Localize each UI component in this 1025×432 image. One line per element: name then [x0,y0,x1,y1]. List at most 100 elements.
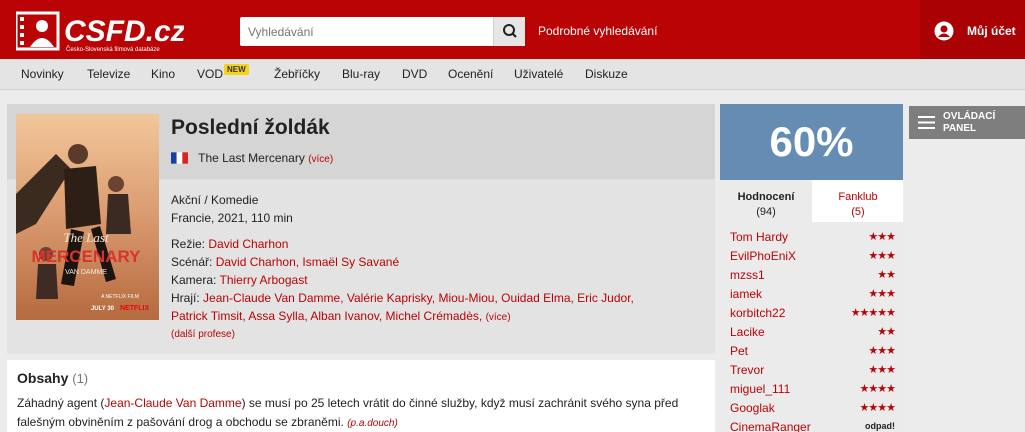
rating-user-link[interactable]: EvilPhoEniX [730,249,796,263]
more-cast-link[interactable]: (více) [486,312,511,323]
search-icon [503,24,517,38]
rating-user-link[interactable]: iamek [730,287,762,301]
film-box: The Last MERCENARY VAN DAMME A NETFLIX F… [7,104,715,354]
csfd-logo[interactable]: CSFD.cz Česko-Slovenská filmová databáze [16,11,184,53]
rating-user-link[interactable]: Trevor [730,363,764,377]
poster-date: JULY 30 [91,306,115,312]
rating-stars: ★★★★ [859,383,896,395]
nav-televize[interactable]: Televize [87,67,130,81]
tab-ratings-count: (94) [756,206,776,218]
camera-row: Kamera: Thierry Arbogast [171,271,706,289]
rating-row: iamek ★★★ [730,287,896,306]
advanced-search-link[interactable]: Podrobné vyhledávání [538,24,657,38]
rating-user-link[interactable]: Lacike [730,325,765,339]
tab-fanclub[interactable]: Fanklub (5) [812,180,904,222]
rating-row: Googlak ★★★★ [730,401,896,420]
more-titles-link[interactable]: (více) [308,154,333,165]
directors-label: Režie: [171,237,206,251]
poster-title-line2: MERCENARY [32,247,142,266]
tab-fanclub-label: Fanklub [838,191,878,203]
writers-links[interactable]: David Charhon, Ismaël Sy Savané [216,255,399,269]
tab-fanclub-count: (5) [851,206,865,218]
rating-row: Tom Hardy ★★★ [730,230,896,249]
search-button[interactable] [493,17,525,46]
rating-user-link[interactable]: Tom Hardy [730,230,788,244]
rating-stars: ★★★★ [859,402,896,414]
camera-label: Kamera: [171,273,217,287]
rating-user-link[interactable]: Pet [730,344,748,358]
cast-links-2[interactable]: Patrick Timsit, Assa Sylla, Alban Ivanov… [171,309,482,323]
control-panel-label-line2: PANEL [943,123,977,134]
nav-bluray[interactable]: Blu-ray [342,67,380,81]
nav-oceneni[interactable]: Ocenění [448,67,493,81]
plot-text-start: Záhadný agent ( [17,396,105,410]
cast-links[interactable]: Jean-Claude Van Damme, Valérie Kaprisky,… [203,291,634,305]
plot-author-link[interactable]: (p.a.douch) [347,418,398,429]
plots-count: (1) [72,371,89,386]
nav-uzivatele[interactable]: Uživatelé [514,67,563,81]
plots-title-text: Obsahy [17,370,69,386]
tab-ratings-label: Hodnocení [737,191,795,203]
rating-stars: ★★★★★ [850,307,896,319]
rating-percent: 60% [769,118,854,165]
poster-title-line1: The Last [63,230,109,245]
director-link[interactable]: David Charhon [208,237,288,251]
camera-link[interactable]: Thierry Arbogast [219,273,307,287]
main-nav: Novinky Televize Kino VOD NEW Žebříčky B… [0,59,1025,90]
search-box [240,17,525,46]
plot-actor-link[interactable]: Jean-Claude Van Damme [104,396,241,410]
original-title-row: The Last Mercenary (více) [171,151,333,165]
logo-text: CSFD.cz [64,15,184,48]
rating-user-link[interactable]: miguel_111 [730,382,790,396]
poster-top-text: A NETFLIX FILM [101,294,139,300]
film-poster[interactable]: The Last MERCENARY VAN DAMME A NETFLIX F… [16,114,159,320]
rating-row: EvilPhoEniX ★★★ [730,249,896,268]
film-genre: Akční / Komedie [171,193,259,207]
rating-user-link[interactable]: mzss1 [730,268,765,282]
rating-user-link[interactable]: korbitch22 [730,306,785,320]
cast-row: Hrají: Jean-Claude Van Damme, Valérie Ka… [171,289,706,307]
cast-row-2: Patrick Timsit, Assa Sylla, Alban Ivanov… [171,307,706,327]
rating-stars: ★★★ [868,250,896,262]
nav-zebricky[interactable]: Žebříčky [274,67,320,81]
rating-row: CinemaRanger odpad! [730,420,895,432]
user-ratings-list: Tom Hardy ★★★ EvilPhoEniX ★★★ mzss1 ★★ i… [720,222,903,432]
poster-network: NETFLIX [120,305,149,312]
my-account-label: Můj účet [967,24,1016,38]
plot-text: Záhadný agent (Jean-Claude Van Damme) se… [17,394,707,432]
film-title: Poslední žoldák [171,116,330,139]
writers-label: Scénář: [171,255,213,269]
rating-tabs: Hodnocení (94) Fanklub (5) [720,180,903,222]
nav-dvd[interactable]: DVD [402,67,427,81]
logo-subtitle: Česko-Slovenská filmová databáze [66,46,160,53]
nav-vod[interactable]: VOD [197,67,223,81]
rating-waste-label: odpad! [865,421,895,431]
rating-user-link[interactable]: CinemaRanger [730,420,811,432]
rating-row: miguel_111 ★★★★ [730,382,896,401]
control-panel-button[interactable]: OVLÁDACÍ PANEL [909,106,1025,139]
rating-row: mzss1 ★★ [730,268,896,287]
other-professions-link[interactable]: (další profese) [171,329,235,340]
search-input[interactable] [240,17,492,46]
film-origin: Francie, 2021, 110 min [171,211,293,225]
rating-row: Trevor ★★★ [730,363,896,382]
rating-row: Pet ★★★ [730,344,896,363]
rating-stars: ★★★ [868,345,896,357]
original-title: The Last Mercenary [198,151,305,165]
nav-kino[interactable]: Kino [151,67,175,81]
directors-row: Režie: David Charhon [171,235,706,253]
plots-title: Obsahy (1) [17,370,88,386]
poster-subtitle: VAN DAMME [65,269,107,276]
control-panel-label-line1: OVLÁDACÍ [943,111,996,122]
rating-box: 60% [720,104,903,180]
film-creators: Režie: David Charhon Scénář: David Charh… [171,235,706,327]
nav-diskuze[interactable]: Diskuze [585,67,628,81]
rating-row: Lacike ★★ [730,325,896,344]
nav-novinky[interactable]: Novinky [21,67,64,81]
rating-stars: ★★ [877,326,896,338]
rating-user-link[interactable]: Googlak [730,401,775,415]
control-panel-label: OVLÁDACÍ PANEL [943,111,995,135]
hamburger-menu-icon [918,116,935,129]
cast-label: Hrají: [171,291,200,305]
tab-ratings[interactable]: Hodnocení (94) [720,180,812,222]
